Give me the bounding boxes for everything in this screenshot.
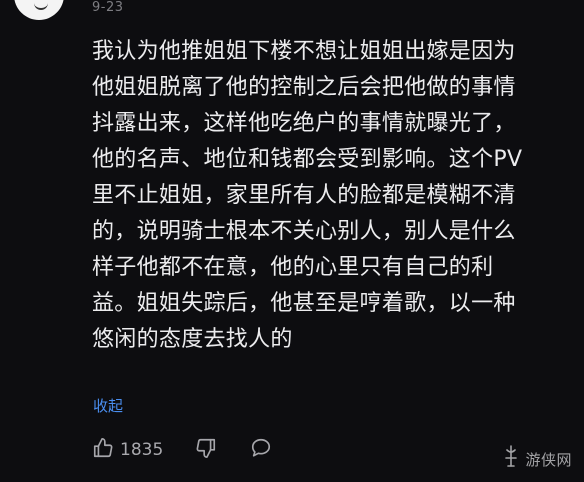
comment-line: 益。姐姐失踪后，他甚至是哼着歌，以一种 — [92, 291, 516, 316]
comment-line: 悠闲的态度去找人的 — [92, 327, 293, 352]
comment-line: 的，说明骑士根本不关心别人，别人是什么 — [92, 219, 516, 244]
comment-line: 样子他都不在意，他的心里只有自己的利 — [92, 255, 494, 280]
thumbs-up-icon — [92, 437, 114, 463]
site-watermark: 游侠网 — [501, 444, 572, 474]
user-avatar[interactable] — [14, 0, 64, 20]
comment-line: 他的名声、地位和钱都会受到影响。这个PV — [92, 147, 523, 172]
like-count: 1835 — [120, 440, 164, 460]
comment-date: 9-23 — [92, 0, 124, 15]
reply-button[interactable] — [249, 437, 273, 463]
thumbs-down-icon — [195, 437, 217, 463]
watermark-logo-icon — [501, 444, 521, 474]
comment-line: 抖露出来，这样他吃绝户的事情就曝光了， — [92, 111, 516, 136]
like-button[interactable]: 1835 — [92, 437, 163, 463]
comment-line: 里不止姐姐，家里所有人的脸都是模糊不清 — [92, 183, 516, 208]
comment-bubble-icon — [249, 437, 273, 463]
comment-actions: 1835 — [92, 436, 273, 464]
avatar-face-mark — [34, 0, 48, 10]
comment-line: 我认为他推姐姐下楼不想让姐姐出嫁是因为 — [92, 39, 516, 64]
collapse-link[interactable]: 收起 — [93, 396, 123, 416]
comment-body: 我认为他推姐姐下楼不想让姐姐出嫁是因为 他姐姐脱离了他的控制之后会把他做的事情 … — [92, 34, 566, 358]
watermark-text: 游侠网 — [525, 450, 572, 469]
comment-line: 他姐姐脱离了他的控制之后会把他做的事情 — [92, 75, 516, 100]
dislike-button[interactable] — [195, 437, 217, 463]
